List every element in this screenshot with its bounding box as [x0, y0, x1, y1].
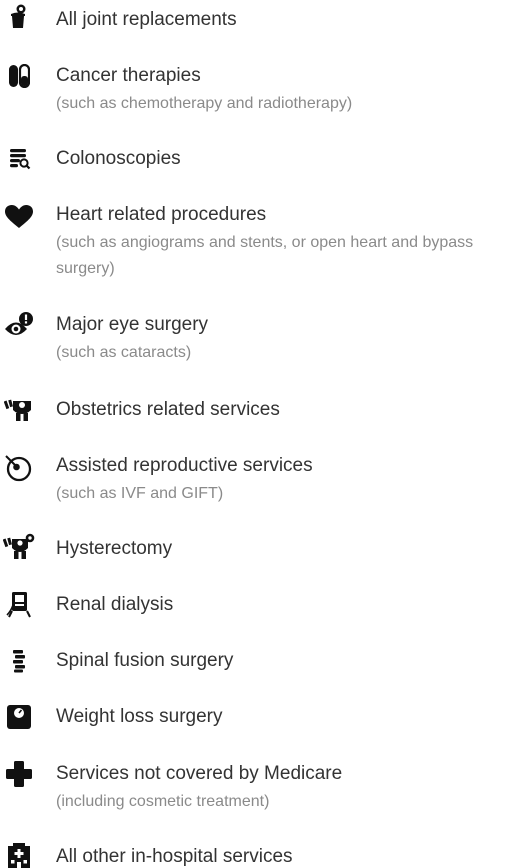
colonoscopy-icon: [2, 146, 36, 172]
dialysis-icon: [2, 592, 36, 618]
joint-replacement-icon: [2, 4, 36, 30]
procedure-title: Major eye surgery: [56, 314, 209, 335]
procedure-title: Hysterectomy: [56, 538, 173, 559]
procedure-title: Spinal fusion surgery: [56, 650, 234, 671]
hospital-icon: [2, 843, 36, 868]
procedure-title: All other in-hospital services: [56, 846, 293, 867]
eye-alert-icon: [2, 312, 36, 338]
procedure-title: Cancer therapies: [56, 65, 201, 86]
spine-icon: [2, 648, 36, 674]
capsule-icon: [2, 63, 36, 89]
procedure-note: (such as IVF and GIFT): [56, 485, 224, 502]
hysterectomy-icon: [2, 533, 36, 560]
procedure-title: Assisted reproductive services: [56, 455, 313, 476]
procedure-title: Renal dialysis: [56, 594, 174, 615]
procedure-note: (including cosmetic treatment): [56, 793, 270, 810]
reproductive-icon: [2, 455, 36, 482]
procedure-note: (such as angiograms and stents, or open …: [56, 234, 474, 277]
procedure-note: (such as chemotherapy and radiotherapy): [56, 95, 353, 112]
procedure-title: Heart related procedures: [56, 204, 267, 225]
procedure-title: Weight loss surgery: [56, 706, 223, 727]
procedure-title: Obstetrics related services: [56, 399, 280, 420]
weight-scale-icon: [2, 704, 36, 730]
obstetrics-icon: [2, 397, 36, 423]
procedure-title: All joint replacements: [56, 9, 237, 30]
procedure-note: (such as cataracts): [56, 344, 192, 361]
heart-icon: [2, 204, 36, 230]
medical-cross-icon: [2, 761, 36, 787]
procedure-title: Colonoscopies: [56, 148, 181, 169]
procedure-title: Services not covered by Medicare: [56, 763, 343, 784]
